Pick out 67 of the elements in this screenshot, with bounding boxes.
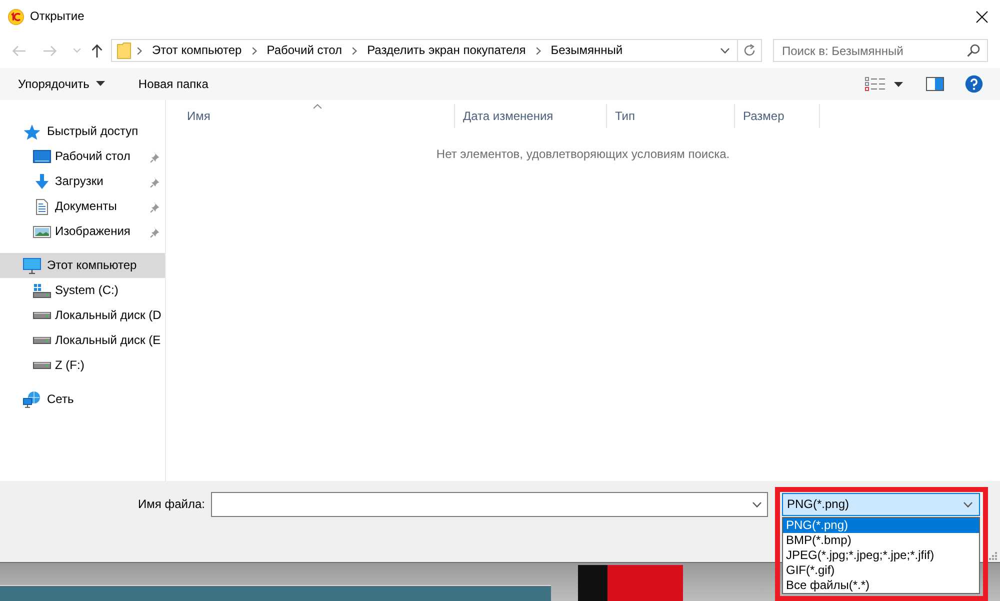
breadcrumb[interactable]: Этот компьютер [148, 43, 246, 58]
sidebar-item[interactable]: Z (F:) [0, 353, 165, 378]
sidebar-item[interactable]: Рабочий стол [0, 144, 165, 169]
chevron-right-icon[interactable] [137, 46, 142, 54]
document-icon [36, 198, 48, 214]
star-icon [23, 124, 41, 140]
dropdown-chevron-icon[interactable] [752, 502, 762, 508]
monitor-icon [33, 150, 51, 163]
chevron-right-icon[interactable] [352, 46, 358, 54]
empty-message: Нет элементов, удовлетворяющих условиям поиска. [436, 147, 730, 162]
chevron-right-icon[interactable] [536, 46, 541, 54]
resize-grip-icon[interactable] [988, 551, 997, 560]
organize-button[interactable]: Упорядочить [18, 76, 106, 92]
down-arrow-icon [35, 174, 49, 189]
breadcrumb[interactable]: Разделить экран покупателя [363, 43, 530, 58]
up-arrow-icon[interactable] [91, 44, 103, 58]
file-name-field[interactable] [211, 492, 768, 517]
sidebar-item[interactable]: System (C:) [0, 278, 165, 303]
folder-icon [117, 42, 131, 59]
dropdown-chevron-icon[interactable] [963, 502, 973, 508]
column-header[interactable]: Тип [607, 104, 735, 128]
new-folder-button[interactable]: Новая папка [138, 76, 208, 92]
column-header[interactable]: Размер [735, 104, 820, 128]
column-header[interactable]: Дата изменения [455, 104, 607, 128]
caret-down-icon[interactable] [894, 82, 903, 86]
drive-icon [33, 312, 51, 319]
pin-icon[interactable] [150, 226, 160, 238]
dropdown-option[interactable]: GIF(*.gif) [783, 563, 979, 578]
search-field[interactable]: Поиск в: Безымянный [773, 39, 988, 62]
sidebar-item[interactable]: Локальный диск (E [0, 328, 165, 353]
file-name-label: Имя файла: [138, 497, 205, 512]
drive-icon [33, 362, 51, 369]
details-view-icon[interactable] [865, 76, 885, 92]
drive-icon [33, 283, 51, 298]
app-logo-icon [8, 8, 24, 24]
sidebar-item[interactable]: Документы [0, 194, 165, 219]
dropdown-option[interactable]: BMP(*.bmp) [783, 533, 979, 548]
sidebar-item[interactable]: Локальный диск (D [0, 303, 165, 328]
column-header[interactable]: Имя [166, 104, 455, 128]
search-icon[interactable] [967, 44, 980, 57]
caret-down-icon [96, 81, 106, 86]
breadcrumb[interactable]: Безымянный [546, 43, 627, 58]
window-title: Открытие [30, 9, 84, 24]
pin-icon[interactable] [150, 200, 160, 212]
sidebar-item[interactable]: Быстрый доступ [0, 119, 165, 144]
refresh-icon[interactable] [743, 44, 756, 57]
sidebar-item[interactable]: Изображения [0, 219, 165, 244]
drive-icon [33, 337, 51, 344]
sidebar-item[interactable]: Этот компьютер [0, 253, 165, 278]
help-icon[interactable] [965, 75, 983, 93]
close-icon[interactable] [976, 10, 988, 22]
address-bar[interactable]: Этот компьютер Рабочий стол Разделить экран покупателя Безымянный [111, 39, 762, 62]
network-icon [23, 391, 41, 408]
pin-icon[interactable] [150, 150, 160, 162]
picture-icon [33, 226, 51, 238]
computer-icon [23, 258, 41, 274]
file-type-select[interactable]: PNG(*.png) [782, 493, 980, 516]
dropdown-option[interactable]: Все файлы(*.*) [783, 578, 979, 593]
sidebar-item[interactable]: Загрузки [0, 169, 165, 194]
sidebar-item[interactable]: Сеть [0, 387, 165, 412]
pin-icon[interactable] [150, 176, 160, 188]
breadcrumb[interactable]: Рабочий стол [262, 43, 346, 58]
chevron-right-icon[interactable] [252, 46, 257, 54]
preview-pane-icon[interactable] [926, 77, 944, 91]
dropdown-chevron-icon[interactable] [720, 48, 730, 54]
dropdown-option[interactable]: JPEG(*.jpg;*.jpeg;*.jpe;*.jfif) [783, 548, 979, 563]
dropdown-option[interactable]: PNG(*.png) [783, 518, 979, 533]
